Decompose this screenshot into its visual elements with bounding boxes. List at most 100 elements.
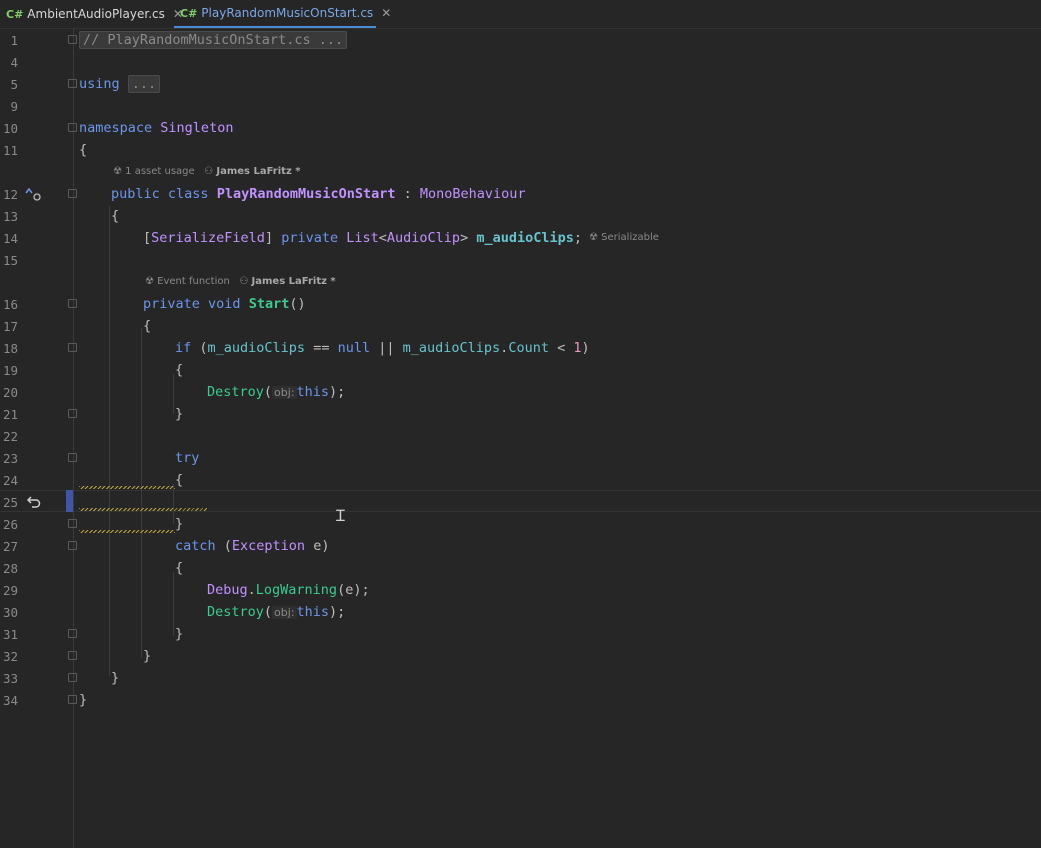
- code-vision-start[interactable]: ☢ Event function ⚇ James LaFritz *: [145, 276, 336, 287]
- unity-icon: ☢: [113, 166, 122, 177]
- indent-guide: [109, 206, 110, 676]
- fold-toggle[interactable]: [68, 189, 77, 198]
- line-number: 19: [2, 363, 18, 378]
- code-line-28[interactable]: {: [175, 560, 183, 576]
- line-number: 9: [10, 99, 18, 114]
- code-line-33[interactable]: }: [111, 670, 119, 686]
- code-line-34[interactable]: }: [79, 692, 87, 708]
- warning-squiggle[interactable]: [79, 530, 175, 533]
- code-line-20[interactable]: Destroy(obj: this);: [207, 384, 345, 401]
- text-cursor-icon: Ɪ: [336, 506, 345, 525]
- parameter-hint: obj:: [272, 386, 297, 399]
- unity-icon: ☢: [145, 276, 154, 287]
- code-line-12[interactable]: public class PlayRandomMusicOnStart : Mo…: [111, 186, 526, 202]
- line-number: 32: [2, 649, 18, 664]
- line-number: 30: [2, 605, 18, 620]
- line-number: 31: [2, 627, 18, 642]
- line-number: 1: [10, 33, 18, 48]
- line-number: 21: [2, 407, 18, 422]
- line-number: 10: [2, 121, 18, 136]
- line-number: 34: [2, 693, 18, 708]
- code-line-11[interactable]: {: [79, 142, 87, 158]
- folded-usings[interactable]: ...: [127, 75, 161, 93]
- code-line-10[interactable]: namespace Singleton: [79, 120, 233, 136]
- line-number: 16: [2, 297, 18, 312]
- warning-squiggle[interactable]: [79, 508, 207, 511]
- serializable-hint: ☢ Serializable: [589, 232, 659, 243]
- indent-guide: [173, 484, 174, 524]
- line-number: 25: [2, 495, 18, 510]
- csharp-file-icon: C#: [180, 6, 198, 20]
- fold-toggle[interactable]: [68, 35, 77, 44]
- fold-toggle[interactable]: [68, 453, 77, 462]
- user-icon: ⚇: [239, 276, 249, 287]
- editor-tab-bar: C# AmbientAudioPlayer.cs ✕ C# PlayRandom…: [0, 0, 1041, 29]
- line-number: 29: [2, 583, 18, 598]
- line-number: 5: [10, 77, 18, 92]
- line-number: 23: [2, 451, 18, 466]
- line-number: 24: [2, 473, 18, 488]
- code-line-5[interactable]: using ...: [79, 75, 161, 93]
- folded-comment[interactable]: // PlayRandomMusicOnStart.cs ...: [79, 31, 348, 49]
- code-line-26[interactable]: }: [175, 516, 183, 532]
- code-line-14[interactable]: [SerializeField] private List<AudioClip>…: [143, 230, 582, 246]
- code-line-27[interactable]: catch (Exception e): [175, 538, 329, 554]
- undo-change-icon[interactable]: [26, 494, 42, 508]
- fold-toggle[interactable]: [68, 409, 77, 418]
- line-number: 11: [2, 143, 18, 158]
- line-number: 33: [2, 671, 18, 686]
- fold-toggle[interactable]: [68, 79, 77, 88]
- fold-toggle[interactable]: [68, 651, 77, 660]
- code-line-23[interactable]: try: [175, 450, 199, 466]
- line-number: 4: [10, 55, 18, 70]
- line-number: 17: [2, 319, 18, 334]
- code-vision-class[interactable]: ☢ 1 asset usage ⚇ James LaFritz *: [113, 166, 300, 177]
- code-line-30[interactable]: Destroy(obj: this);: [207, 604, 345, 621]
- line-number: 18: [2, 341, 18, 356]
- code-line-19[interactable]: {: [175, 362, 183, 378]
- code-line-13[interactable]: {: [111, 208, 119, 224]
- user-icon: ⚇: [204, 166, 214, 177]
- line-number: 12: [2, 187, 18, 202]
- warning-squiggle[interactable]: [79, 486, 175, 489]
- parameter-hint: obj:: [272, 606, 297, 619]
- unity-icon: ☢: [589, 232, 598, 243]
- tab-ambient-audio-player[interactable]: C# AmbientAudioPlayer.cs ✕: [0, 0, 183, 28]
- line-number: 15: [2, 253, 18, 268]
- code-line-29[interactable]: Debug.LogWarning(e);: [207, 582, 370, 598]
- fold-toggle[interactable]: [68, 673, 77, 682]
- line-number: 20: [2, 385, 18, 400]
- change-marker[interactable]: [66, 490, 73, 512]
- indent-guide: [173, 374, 174, 414]
- csharp-file-icon: C#: [6, 7, 24, 21]
- tab-play-random-music-on-start[interactable]: C# PlayRandomMusicOnStart.cs ✕: [174, 0, 391, 28]
- fold-toggle[interactable]: [68, 519, 77, 528]
- close-icon[interactable]: ✕: [381, 6, 391, 20]
- code-line-1[interactable]: // PlayRandomMusicOnStart.cs ...: [79, 31, 348, 49]
- code-line-18[interactable]: if (m_audioClips == null || m_audioClips…: [175, 340, 590, 356]
- line-number: 27: [2, 539, 18, 554]
- fold-toggle[interactable]: [68, 343, 77, 352]
- code-line-32[interactable]: }: [143, 648, 151, 664]
- fold-toggle[interactable]: [68, 299, 77, 308]
- implements-override-icon[interactable]: [24, 186, 42, 202]
- code-line-31[interactable]: }: [175, 626, 183, 642]
- line-number: 28: [2, 561, 18, 576]
- tab-label: PlayRandomMusicOnStart.cs: [201, 6, 374, 20]
- code-line-16[interactable]: private void Start(): [143, 296, 306, 312]
- line-number: 22: [2, 429, 18, 444]
- fold-toggle[interactable]: [68, 695, 77, 704]
- indent-guide: [173, 572, 174, 636]
- code-line-17[interactable]: {: [143, 318, 151, 334]
- indent-guide: [141, 328, 142, 658]
- code-editor[interactable]: 1 4 5 9 10 11 12 13 14 15 16 17 18 19 20…: [0, 28, 1041, 848]
- fold-toggle[interactable]: [68, 629, 77, 638]
- line-number: 26: [2, 517, 18, 532]
- tab-label: AmbientAudioPlayer.cs: [27, 7, 165, 21]
- code-line-21[interactable]: }: [175, 406, 183, 422]
- line-number: 13: [2, 209, 18, 224]
- fold-toggle[interactable]: [68, 541, 77, 550]
- fold-toggle[interactable]: [68, 123, 77, 132]
- code-line-24[interactable]: {: [175, 472, 183, 488]
- line-number: 14: [2, 231, 18, 246]
